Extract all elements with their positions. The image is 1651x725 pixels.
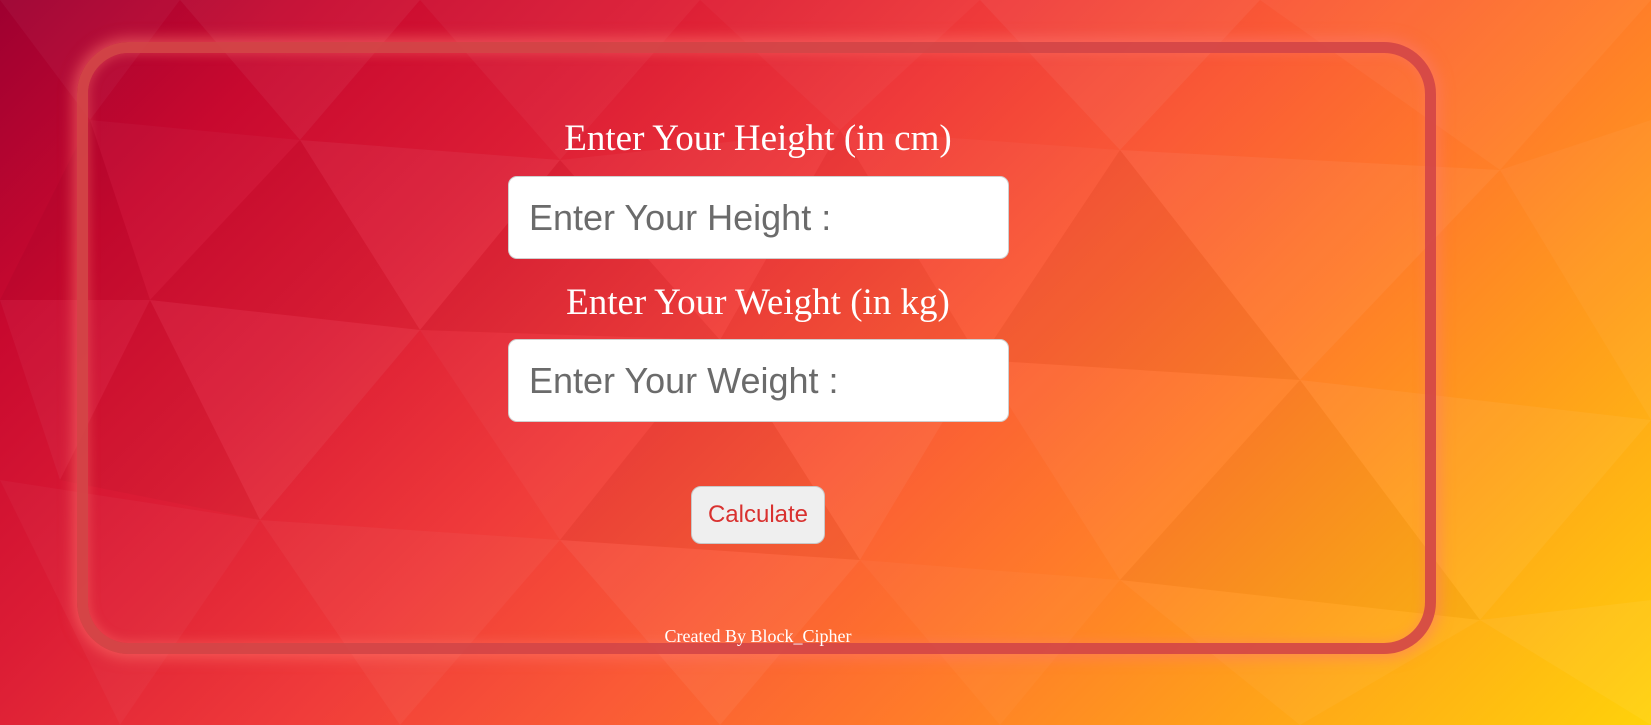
credit-text: Created By Block_Cipher [664, 626, 852, 646]
height-label: Enter Your Height (in cm) [564, 118, 952, 159]
height-input[interactable] [508, 176, 1009, 259]
calculate-button[interactable]: Calculate [691, 486, 825, 544]
weight-label: Enter Your Weight (in kg) [566, 282, 950, 323]
weight-input[interactable] [508, 339, 1009, 422]
